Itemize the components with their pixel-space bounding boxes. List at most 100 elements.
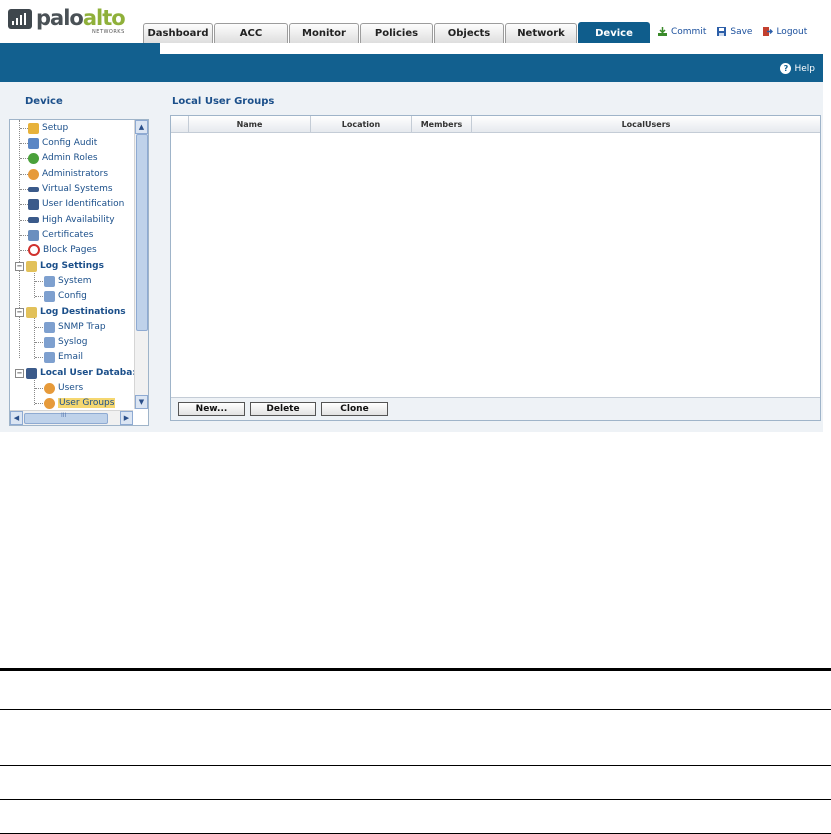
tree-horizontal-scrollbar[interactable]: ◀ III ▶ — [10, 410, 133, 425]
sidebar-item-virtual-systems[interactable]: Virtual Systems — [28, 182, 113, 196]
sidebar-item-setup[interactable]: Setup — [28, 121, 68, 135]
device-tree: Setup Config Audit Admin Roles Administr… — [9, 119, 149, 426]
tree-content: Setup Config Audit Admin Roles Administr… — [10, 120, 136, 410]
sidebar-item-label: Administrators — [42, 169, 109, 179]
sidebar-item-certificates[interactable]: Certificates — [28, 228, 93, 242]
sidebar-item-label: User Identification — [42, 199, 125, 209]
user-identification-icon — [28, 198, 39, 210]
sidebar-item-label: Log Settings — [40, 261, 104, 271]
scroll-up-icon[interactable]: ▲ — [135, 120, 148, 134]
logout-link[interactable]: Logout — [762, 26, 807, 37]
delete-button[interactable]: Delete — [250, 402, 316, 416]
help-label: Help — [794, 63, 815, 74]
tab-objects[interactable]: Objects — [434, 23, 504, 43]
commit-label: Commit — [671, 26, 707, 37]
syslog-icon — [44, 336, 55, 348]
commit-icon — [658, 27, 667, 36]
sidebar-item-label: System — [58, 276, 92, 286]
sidebar-item-users[interactable]: Users — [44, 381, 83, 395]
scroll-left-icon[interactable]: ◀ — [10, 411, 23, 425]
tree-vertical-scrollbar[interactable]: ▲ ▼ — [134, 120, 148, 409]
scroll-grip: III — [61, 412, 67, 419]
new-button[interactable]: New... — [178, 402, 245, 416]
log-destinations-icon — [26, 306, 37, 318]
save-link[interactable]: Save — [716, 26, 752, 37]
column-members[interactable]: Members — [412, 116, 472, 132]
sidebar-item-label: Local User Databa: — [40, 368, 136, 378]
sidebar-item-snmp-trap[interactable]: SNMP Trap — [44, 320, 106, 334]
save-icon — [717, 27, 727, 36]
sidebar-title: Device — [25, 96, 63, 107]
user-groups-table: Name Location Members LocalUsers New... … — [170, 115, 821, 421]
vertical-scroll-thumb[interactable] — [136, 134, 148, 331]
sidebar-item-admin-roles[interactable]: Admin Roles — [28, 151, 98, 165]
sidebar-item-email[interactable]: Email — [44, 350, 83, 364]
header-bar-left — [0, 43, 160, 82]
sidebar-item-user-identification[interactable]: User Identification — [28, 197, 124, 211]
sidebar-item-syslog[interactable]: Syslog — [44, 335, 87, 349]
sidebar-item-config[interactable]: Config — [44, 289, 87, 303]
users-icon — [44, 382, 55, 394]
sidebar-item-label: Config — [58, 291, 87, 301]
tab-network[interactable]: Network — [505, 23, 577, 43]
tab-monitor[interactable]: Monitor — [289, 23, 359, 43]
logo-wordmark: paloalto — [36, 6, 126, 30]
sidebar-item-system[interactable]: System — [44, 274, 92, 288]
collapse-icon[interactable]: − — [15, 261, 24, 271]
horizontal-scroll-thumb[interactable]: III — [24, 412, 108, 424]
admin-roles-icon — [28, 152, 39, 164]
collapse-icon[interactable]: − — [15, 368, 24, 378]
sidebar-item-administrators[interactable]: Administrators — [28, 167, 108, 181]
sidebar-item-label: Setup — [42, 123, 69, 133]
app-window: paloalto NETWORKS Dashboard ACC Monitor … — [0, 0, 823, 432]
logo-tagline: NETWORKS — [92, 29, 125, 35]
email-icon — [44, 351, 55, 363]
sidebar-item-label: Virtual Systems — [42, 184, 113, 194]
select-all-column[interactable] — [171, 116, 189, 132]
local-user-database-icon — [26, 367, 37, 379]
column-localusers[interactable]: LocalUsers — [472, 116, 820, 132]
main-panel: Local User Groups Name Location Members … — [160, 82, 823, 432]
page-title: Local User Groups — [172, 96, 275, 107]
table-rule-top — [0, 668, 831, 671]
high-availability-icon — [28, 217, 39, 223]
sidebar-item-label: SNMP Trap — [58, 322, 106, 332]
sidebar-item-label: User Groups — [58, 398, 116, 408]
administrators-icon — [28, 168, 39, 180]
column-location[interactable]: Location — [311, 116, 412, 132]
sidebar-item-user-groups[interactable]: User Groups — [44, 396, 116, 410]
column-name[interactable]: Name — [189, 116, 311, 132]
sidebar-item-log-destinations[interactable]: − Log Destinations — [15, 305, 126, 319]
tab-policies[interactable]: Policies — [360, 23, 433, 43]
table-rule — [0, 799, 831, 800]
sidebar-item-log-settings[interactable]: − Log Settings — [15, 259, 104, 273]
sidebar-item-label: Log Destinations — [40, 307, 126, 317]
config-audit-icon — [28, 137, 39, 149]
sidebar-item-label: Config Audit — [42, 138, 98, 148]
scroll-down-icon[interactable]: ▼ — [135, 395, 148, 409]
user-groups-icon — [44, 397, 55, 409]
header-bar-right: ? Help — [160, 54, 823, 82]
collapse-icon[interactable]: − — [15, 307, 24, 317]
table-rule — [0, 765, 831, 766]
log-config-icon — [44, 290, 55, 302]
certificates-icon — [28, 229, 39, 241]
table-rule — [0, 709, 831, 710]
virtual-systems-icon — [28, 186, 39, 192]
setup-icon — [28, 122, 39, 134]
tab-dashboard[interactable]: Dashboard — [143, 23, 213, 43]
clone-button[interactable]: Clone — [321, 402, 388, 416]
main-tabs: Dashboard ACC Monitor Policies Objects N… — [143, 22, 651, 43]
tab-acc[interactable]: ACC — [214, 23, 288, 43]
sidebar-item-block-pages[interactable]: Block Pages — [28, 243, 97, 257]
scroll-right-icon[interactable]: ▶ — [120, 411, 133, 425]
sidebar-item-label: Certificates — [42, 230, 94, 240]
snmp-trap-icon — [44, 321, 55, 333]
sidebar-item-high-availability[interactable]: High Availability — [28, 213, 115, 227]
sidebar-item-label: Email — [58, 352, 83, 362]
commit-link[interactable]: Commit — [657, 26, 706, 37]
tab-device[interactable]: Device — [578, 22, 650, 43]
help-link[interactable]: ? Help — [780, 63, 815, 74]
sidebar-item-local-user-database[interactable]: − Local User Databa: — [15, 366, 136, 380]
sidebar-item-config-audit[interactable]: Config Audit — [28, 136, 97, 150]
